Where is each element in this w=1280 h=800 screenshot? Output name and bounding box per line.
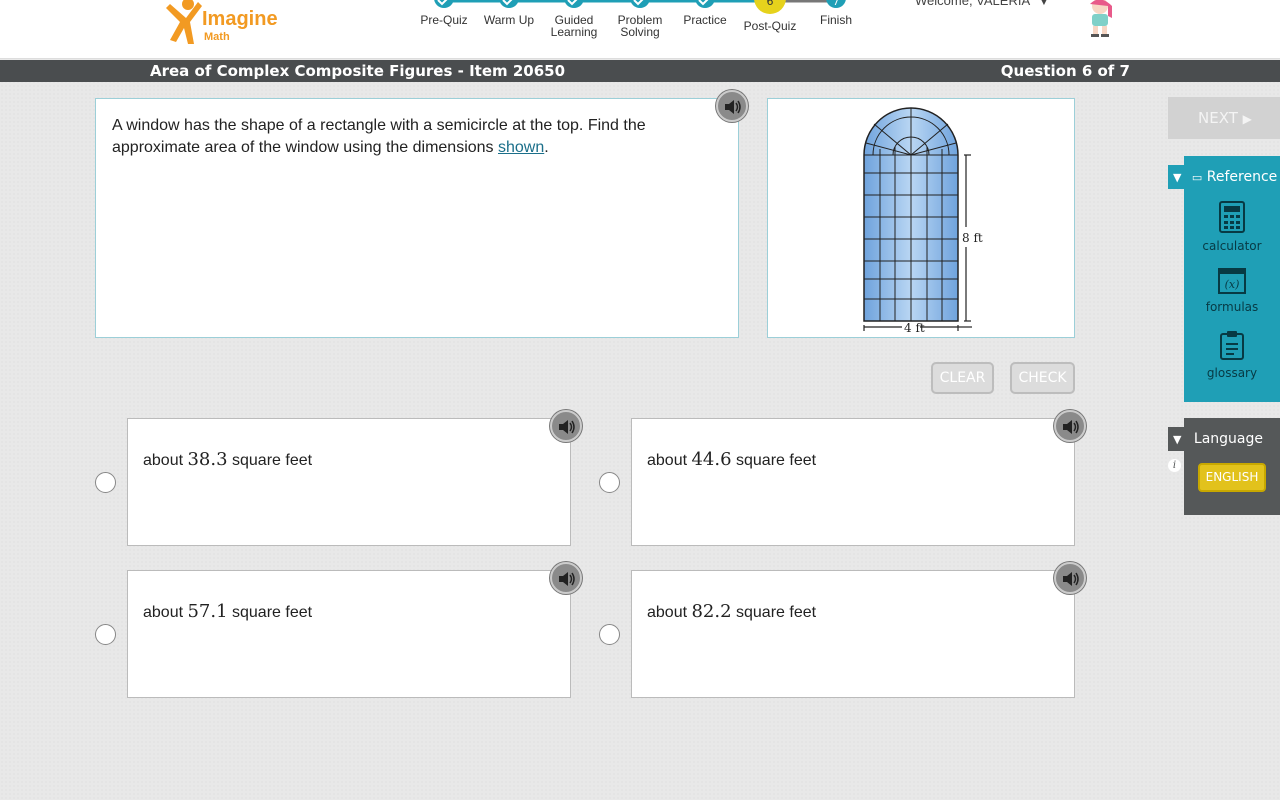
choice-c-value: 57.1	[187, 601, 228, 622]
choice-b-text: about 44.6 square feet	[647, 449, 816, 470]
calculator-label: calculator	[1202, 239, 1262, 253]
choice-c-prefix: about	[143, 604, 188, 621]
choice-b-value: 44.6	[691, 449, 732, 470]
formulas-label: formulas	[1205, 300, 1259, 314]
choice-a-value: 38.3	[187, 449, 228, 470]
window-diagram: 8 ft 4 ft	[863, 107, 983, 335]
choice-d-prefix: about	[647, 604, 692, 621]
next-button[interactable]: NEXT ▶	[1168, 97, 1280, 139]
user-avatar[interactable]	[1078, 0, 1118, 38]
formulas-icon: (x)	[1218, 268, 1246, 294]
glossary-label: glossary	[1206, 366, 1258, 380]
choice-c-audio-button[interactable]	[550, 562, 582, 594]
welcome-menu[interactable]: Welcome, VALERIA ▼	[915, 0, 1049, 8]
step-problem-solving: Problem Solving	[617, 13, 663, 39]
step-warm-up: Warm Up	[483, 13, 535, 27]
lesson-title-bar: Area of Complex Composite Figures - Item…	[0, 60, 1280, 82]
choice-c-radio[interactable]	[95, 624, 116, 645]
calculator-tool[interactable]: calculator	[1184, 201, 1280, 253]
choice-b-audio-button[interactable]	[1054, 410, 1086, 442]
choice-d-audio-button[interactable]	[1054, 562, 1086, 594]
answer-choice-d[interactable]: about 82.2 square feet	[631, 562, 1086, 698]
shown-link[interactable]: shown	[498, 139, 544, 156]
next-label: NEXT	[1198, 109, 1238, 127]
question-counter: Question 6 of 7	[1000, 62, 1130, 80]
question-text: A window has the shape of a rectangle wi…	[112, 115, 672, 159]
top-header: Imagine Math 6 7 Pre-Quiz Warm Up Guided…	[0, 0, 1280, 59]
choice-a-prefix: about	[143, 452, 188, 469]
reference-book-icon: ▭	[1191, 171, 1203, 184]
choice-b-radio[interactable]	[599, 472, 620, 493]
step-finish: Finish	[819, 13, 852, 27]
choice-c-text: about 57.1 square feet	[143, 601, 312, 622]
imagine-math-logo: Imagine Math	[160, 0, 290, 46]
step-badge-finish: 7	[833, 0, 839, 8]
logo-subtitle: Math	[204, 31, 230, 43]
choice-d-unit: square feet	[731, 604, 817, 621]
choice-a-unit: square feet	[227, 452, 313, 469]
step-guided-learning: Guided Learning	[550, 13, 598, 39]
caret-down-icon: ▼	[1039, 0, 1049, 8]
play-arrow-icon: ▶	[1242, 112, 1252, 126]
check-button[interactable]: CHECK	[1010, 362, 1075, 394]
choice-a-text: about 38.3 square feet	[143, 449, 312, 470]
speaker-icon	[559, 572, 575, 586]
choice-a-radio[interactable]	[95, 472, 116, 493]
choice-d-value: 82.2	[691, 601, 732, 622]
collapse-triangle-icon: ▼	[1173, 433, 1182, 446]
reference-label: Reference	[1206, 169, 1278, 185]
width-dimension-label: 4 ft	[904, 321, 925, 335]
question-panel: A window has the shape of a rectangle wi…	[95, 90, 748, 338]
clear-button[interactable]: CLEAR	[931, 362, 994, 394]
speaker-icon	[1063, 572, 1079, 586]
question-text-start: A window has the shape of a rectangle wi…	[112, 117, 646, 156]
choice-d-text: about 82.2 square feet	[647, 601, 816, 622]
question-text-end: .	[544, 139, 549, 156]
svg-text:(x): (x)	[1225, 278, 1240, 291]
reference-toggle[interactable]: ▼ ▭ Reference	[1168, 165, 1280, 189]
lesson-progress-bar: 6 7 Pre-Quiz Warm Up Guided Learning Pro…	[410, 0, 870, 58]
collapse-triangle-icon: ▼	[1173, 171, 1182, 184]
figure-panel: 8 ft 4 ft	[767, 98, 1075, 338]
height-dimension-label: 8 ft	[962, 231, 983, 245]
choice-a-audio-button[interactable]	[550, 410, 582, 442]
glossary-icon	[1220, 331, 1244, 360]
formulas-tool[interactable]: (x) formulas	[1184, 268, 1280, 314]
answer-choice-a[interactable]: about 38.3 square feet	[127, 410, 582, 546]
choice-b-prefix: about	[647, 452, 692, 469]
speaker-icon	[725, 100, 741, 114]
speaker-icon	[1063, 420, 1079, 434]
language-toggle[interactable]: ▼ Language i	[1168, 427, 1280, 472]
question-audio-button[interactable]	[716, 90, 748, 122]
logo-word: Imagine	[202, 8, 278, 30]
answer-choice-c[interactable]: about 57.1 square feet	[127, 562, 582, 698]
english-language-button[interactable]: ENGLISH	[1198, 463, 1266, 492]
progress-track: 6 7	[434, 0, 846, 14]
lesson-title: Area of Complex Composite Figures - Item…	[150, 62, 566, 80]
choice-b-unit: square feet	[731, 452, 817, 469]
language-label: Language	[1193, 431, 1264, 447]
welcome-text: Welcome, VALERIA	[915, 0, 1030, 8]
choice-c-unit: square feet	[227, 604, 313, 621]
answer-choice-b[interactable]: about 44.6 square feet	[631, 410, 1086, 546]
info-icon[interactable]: i	[1168, 459, 1181, 472]
calculator-icon	[1219, 201, 1245, 233]
choice-d-radio[interactable]	[599, 624, 620, 645]
glossary-tool[interactable]: glossary	[1184, 330, 1280, 380]
step-badge-post-quiz: 6	[767, 0, 774, 8]
speaker-icon	[559, 420, 575, 434]
